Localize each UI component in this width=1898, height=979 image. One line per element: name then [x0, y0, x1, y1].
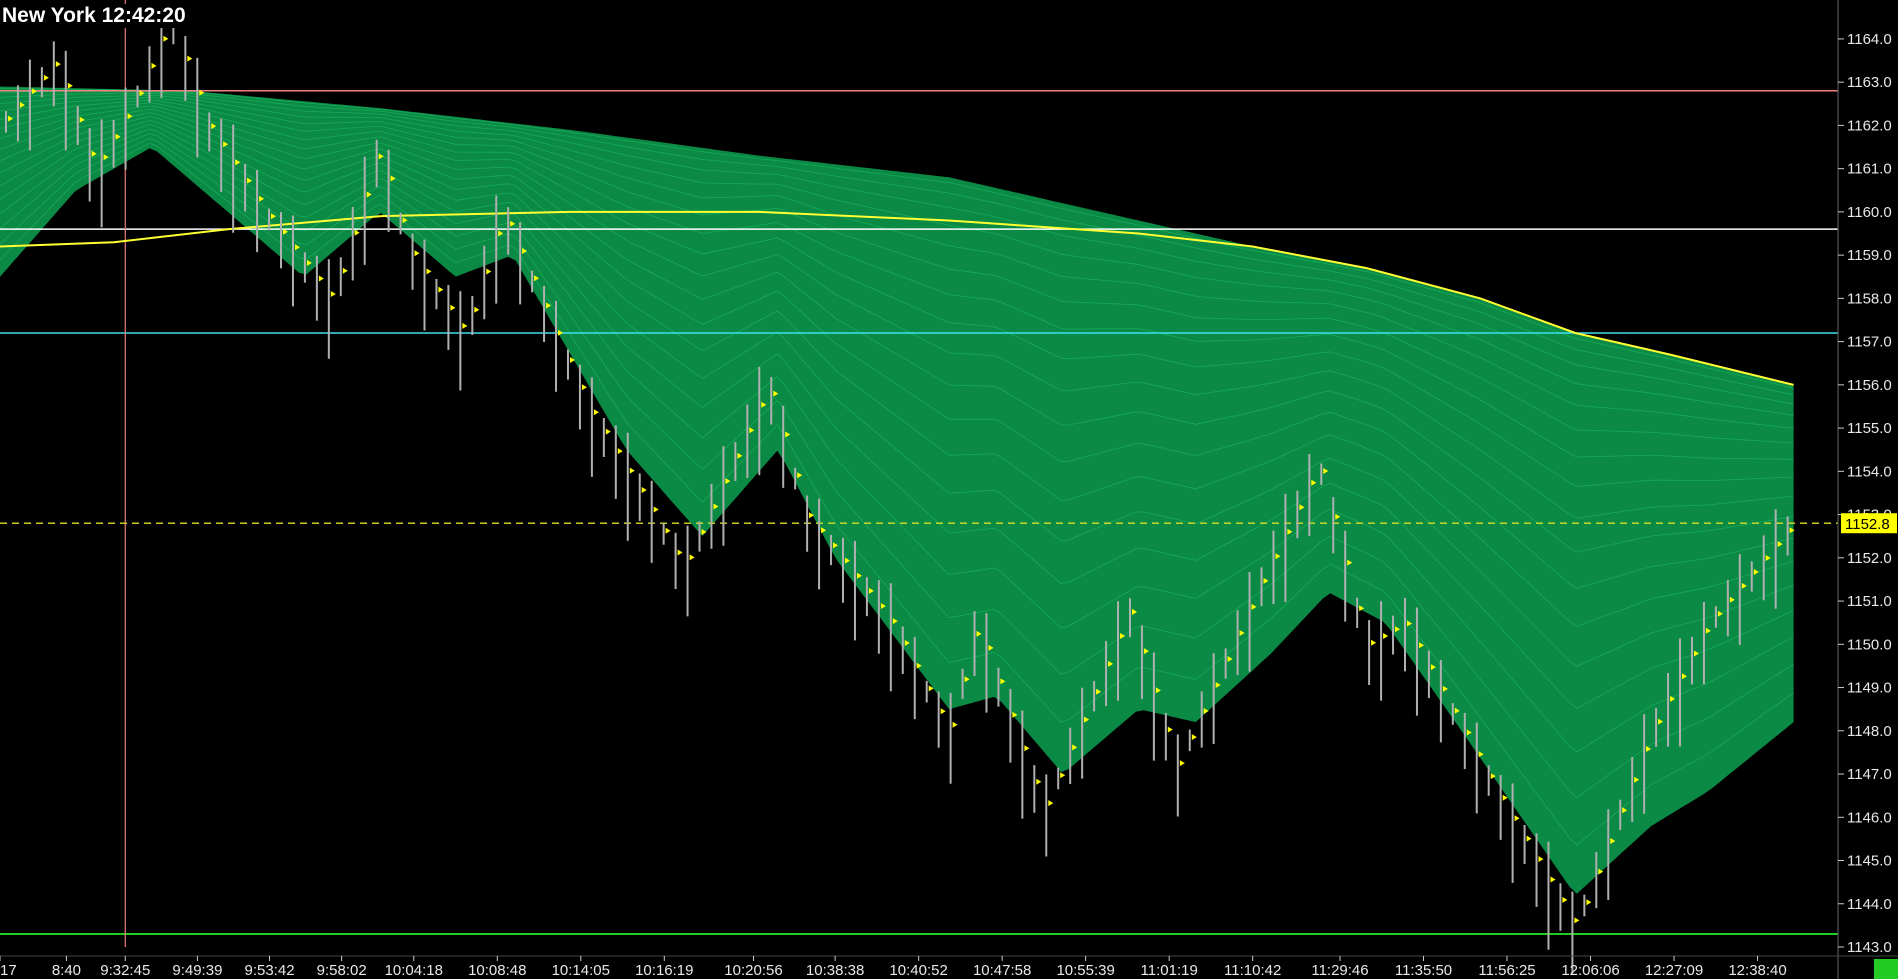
x-tick-label: 11:10:42 [1224, 962, 1281, 979]
y-tick-label: 1152.0 [1847, 550, 1892, 567]
price-chart[interactable]: 1143.0 1144.0 1145.0 1146.0 1147.0 1148.0 1149… [0, 0, 1898, 979]
x-tick-label: 10:04:18 [385, 962, 443, 979]
x-tick-label: 11:35:50 [1395, 962, 1452, 979]
x-tick-label: 10:38:38 [806, 962, 864, 979]
x-tick-label: 11:01:19 [1141, 962, 1198, 979]
y-tick-label: 1148.0 [1847, 723, 1892, 740]
x-tick-label: 9:49:39 [172, 962, 222, 979]
x-tick-label: 12:06:06 [1561, 962, 1619, 979]
y-tick-label: 1150.0 [1847, 636, 1892, 653]
y-tick-label: 1149.0 [1847, 680, 1892, 697]
y-tick-label: 1145.0 [1847, 853, 1892, 870]
y-tick-label: 1163.0 [1847, 74, 1892, 91]
x-tick-label: 10:20:56 [724, 962, 782, 979]
y-tick-label: 1160.0 [1847, 204, 1892, 221]
x-tick-label: 8:40 [52, 962, 81, 979]
y-tick-label: 1164.0 [1847, 31, 1892, 48]
x-tick-label: 12:38:40 [1728, 962, 1786, 979]
y-tick-label: 1143.0 [1847, 939, 1892, 956]
x-tick-label: 10:08:48 [468, 962, 526, 979]
x-tick-label: 11:56:25 [1478, 962, 1535, 979]
y-tick-label: 1161.0 [1847, 161, 1892, 178]
y-tick-label: 1162.0 [1847, 117, 1892, 134]
y-tick-label: 1157.0 [1847, 334, 1892, 351]
x-tick-label: 9:53:42 [244, 962, 294, 979]
x-tick-label: 12:27:09 [1645, 962, 1703, 979]
status-indicator [1874, 959, 1898, 979]
x-tick-label: 10:55:39 [1056, 962, 1114, 979]
clock-label: New York 12:42:20 [0, 4, 188, 28]
x-tick-label: 11:29:46 [1311, 962, 1368, 979]
x-tick-label: 9:32:45 [100, 962, 150, 979]
y-tick-label: 1144.0 [1847, 896, 1892, 913]
y-tick-label: 1146.0 [1847, 809, 1892, 826]
y-tick-label: 1147.0 [1847, 766, 1892, 783]
y-tick-label: 1156.0 [1847, 377, 1892, 394]
y-tick-label: 1158.0 [1847, 290, 1892, 307]
y-tick-label: 1154.0 [1847, 463, 1892, 480]
y-tick-label: 1155.0 [1847, 420, 1892, 437]
x-tick-label: 10:16:19 [635, 962, 693, 979]
x-tick-label: 10:40:52 [889, 962, 947, 979]
x-tick-label: 10:47:58 [973, 962, 1031, 979]
current-price-label: 1152.8 [1845, 516, 1890, 533]
y-tick-label: 1151.0 [1847, 593, 1892, 610]
x-tick-label: 17 [0, 962, 17, 979]
x-tick-label: 10:14:05 [552, 962, 610, 979]
x-tick-label: 9:58:02 [317, 962, 367, 979]
y-tick-label: 1159.0 [1847, 247, 1892, 264]
